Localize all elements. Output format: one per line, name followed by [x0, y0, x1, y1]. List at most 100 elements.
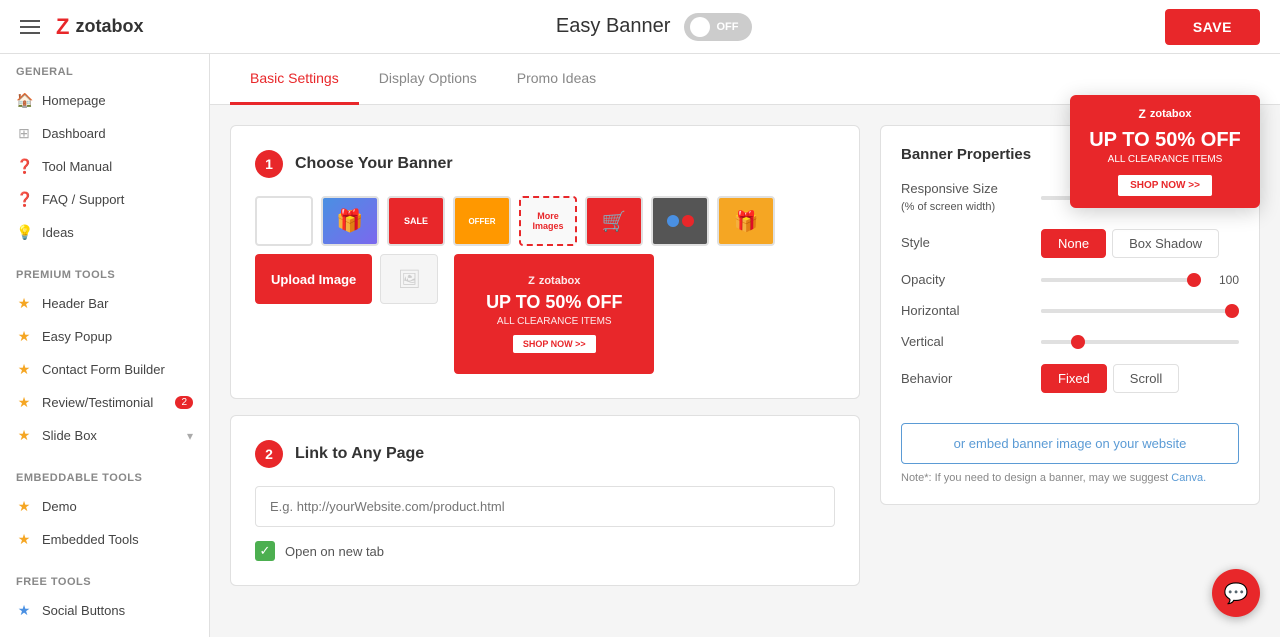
behavior-scroll-button[interactable]: Scroll — [1113, 364, 1180, 393]
vertical-label: Vertical — [901, 334, 1031, 351]
dashboard-icon: ⊞ — [16, 125, 32, 142]
section1-title: Choose Your Banner — [295, 155, 453, 173]
sidebar-item-slide-box[interactable]: ★ Slide Box ▾ — [0, 419, 209, 452]
canva-link[interactable]: Canva. — [1171, 472, 1206, 484]
menu-button[interactable] — [20, 20, 40, 34]
banner-thumb-circles[interactable] — [651, 196, 709, 246]
sidebar-item-facebook-chat[interactable]: ★ Facebook Live Chat — [0, 627, 209, 637]
style-none-button[interactable]: None — [1041, 229, 1106, 258]
header: Z zotabox Easy Banner OFF SAVE — [0, 0, 1280, 54]
opacity-value: 100 — [1209, 273, 1239, 287]
vertical-row: Vertical — [901, 334, 1239, 351]
sidebar-item-dashboard[interactable]: ⊞ Dashboard — [0, 117, 209, 150]
logo-text: zotabox — [75, 16, 143, 37]
sidebar-slide-box-label: Slide Box — [42, 428, 97, 443]
banner-thumb-gift[interactable]: 🎁 — [321, 196, 379, 246]
choose-banner-card: 1 Choose Your Banner 🎁 SALE OFFER More I… — [230, 125, 860, 399]
star-blue-icon: ★ — [16, 602, 32, 619]
banner-thumb-gift2[interactable]: 🎁 — [717, 196, 775, 246]
behavior-row: Behavior Fixed Scroll — [901, 364, 1239, 393]
horizontal-thumb[interactable] — [1225, 304, 1239, 318]
opacity-row: Opacity 100 — [901, 272, 1239, 289]
sidebar-item-ideas[interactable]: 💡 Ideas — [0, 216, 209, 249]
sidebar-embedded-tools-label: Embedded Tools — [42, 532, 139, 547]
preview-cta-button[interactable]: SHOP NOW >> — [513, 335, 596, 353]
sidebar-contact-form-label: Contact Form Builder — [42, 362, 165, 377]
chevron-down-icon: ▾ — [187, 429, 193, 443]
link-to-page-card: 2 Link to Any Page ✓ Open on new tab — [230, 415, 860, 586]
sidebar-free-label: FREE TOOLS — [0, 564, 209, 594]
preview-logo-icon: Z — [528, 275, 535, 287]
sidebar-item-easy-popup[interactable]: ★ Easy Popup — [0, 320, 209, 353]
sidebar-ideas-label: Ideas — [42, 225, 74, 240]
open-new-tab-checkbox[interactable]: ✓ — [255, 541, 275, 561]
sidebar-premium-label: PREMIUM TOOLS — [0, 257, 209, 287]
star-icon: ★ — [16, 498, 32, 515]
banner-thumb-placeholder[interactable]: 🖼 — [380, 254, 438, 304]
note-text: Note*: If you need to design a banner, m… — [901, 472, 1239, 484]
embed-button[interactable]: or embed banner image on your website — [901, 423, 1239, 464]
banner-thumb-blank[interactable] — [255, 196, 313, 246]
review-badge: 2 — [175, 396, 193, 409]
star-icon: ★ — [16, 295, 32, 312]
note-label: Note*: If you need to design a banner, m… — [901, 472, 1168, 484]
banner-thumb-sale[interactable]: SALE — [387, 196, 445, 246]
style-row: Style None Box Shadow — [901, 229, 1239, 258]
section1-header: 1 Choose Your Banner — [255, 150, 835, 178]
tab-display-options[interactable]: Display Options — [359, 54, 497, 105]
sidebar-item-header-bar[interactable]: ★ Header Bar — [0, 287, 209, 320]
sidebar-tool-manual-label: Tool Manual — [42, 159, 112, 174]
toggle-label: OFF — [716, 21, 738, 33]
sidebar-general-label: GENERAL — [0, 54, 209, 84]
horizontal-control — [1041, 309, 1239, 313]
behavior-label: Behavior — [901, 371, 1031, 388]
style-control: None Box Shadow — [1041, 229, 1239, 258]
vertical-thumb[interactable] — [1071, 335, 1085, 349]
sidebar-item-review[interactable]: ★ Review/Testimonial 2 — [0, 386, 209, 419]
tool-manual-icon: ❓ — [16, 158, 32, 175]
banner-thumb-more[interactable]: More Images — [519, 196, 577, 246]
sidebar-homepage-label: Homepage — [42, 93, 106, 108]
tab-basic-settings[interactable]: Basic Settings — [230, 54, 359, 105]
logo: Z zotabox — [56, 14, 143, 40]
horizontal-slider[interactable] — [1041, 309, 1239, 313]
horizontal-row: Horizontal — [901, 303, 1239, 320]
chat-bubble[interactable]: 💬 — [1212, 569, 1260, 617]
floating-cta-button[interactable]: SHOP NOW >> — [1118, 175, 1212, 196]
style-box-shadow-button[interactable]: Box Shadow — [1112, 229, 1219, 258]
logo-icon: Z — [56, 14, 69, 40]
banner-thumb-offer[interactable]: OFFER — [453, 196, 511, 246]
more-images-label: More Images — [521, 209, 575, 233]
sidebar-item-demo[interactable]: ★ Demo — [0, 490, 209, 523]
url-input[interactable] — [255, 486, 835, 527]
step2-badge: 2 — [255, 440, 283, 468]
sidebar-item-contact-form[interactable]: ★ Contact Form Builder — [0, 353, 209, 386]
preview-logo: Z zotabox — [528, 275, 580, 287]
banner-gallery: 🎁 SALE OFFER More Images 🛒 🎁 — [255, 196, 835, 374]
star-icon: ★ — [16, 531, 32, 548]
banner-thumb-cart[interactable]: 🛒 — [585, 196, 643, 246]
opacity-slider[interactable] — [1041, 278, 1201, 282]
star-icon: ★ — [16, 361, 32, 378]
floating-banner-logo: Z zotabox — [1139, 107, 1192, 121]
star-icon: ★ — [16, 394, 32, 411]
sidebar-item-embedded-tools[interactable]: ★ Embedded Tools — [0, 523, 209, 556]
opacity-thumb[interactable] — [1187, 273, 1201, 287]
preview-main-text: UP TO 50% OFF — [486, 293, 622, 313]
behavior-fixed-button[interactable]: Fixed — [1041, 364, 1107, 393]
vertical-slider[interactable] — [1041, 340, 1239, 344]
save-button[interactable]: SAVE — [1165, 9, 1260, 45]
open-new-tab-row: ✓ Open on new tab — [255, 541, 835, 561]
tab-promo-ideas[interactable]: Promo Ideas — [497, 54, 616, 105]
sidebar-item-tool-manual[interactable]: ❓ Tool Manual — [0, 150, 209, 183]
upload-image-button[interactable]: Upload Image — [255, 254, 372, 304]
floating-logo-icon: Z — [1139, 107, 1146, 121]
sidebar-item-homepage[interactable]: 🏠 Homepage — [0, 84, 209, 117]
sidebar-header-bar-label: Header Bar — [42, 296, 108, 311]
page-title: Easy Banner — [556, 15, 671, 38]
sidebar-demo-label: Demo — [42, 499, 77, 514]
sidebar-item-faq[interactable]: ❓ FAQ / Support — [0, 183, 209, 216]
sidebar-embeddable-label: EMBEDDABLE TOOLS — [0, 460, 209, 490]
sidebar-item-social-buttons[interactable]: ★ Social Buttons — [0, 594, 209, 627]
toggle-switch[interactable]: OFF — [684, 13, 752, 41]
